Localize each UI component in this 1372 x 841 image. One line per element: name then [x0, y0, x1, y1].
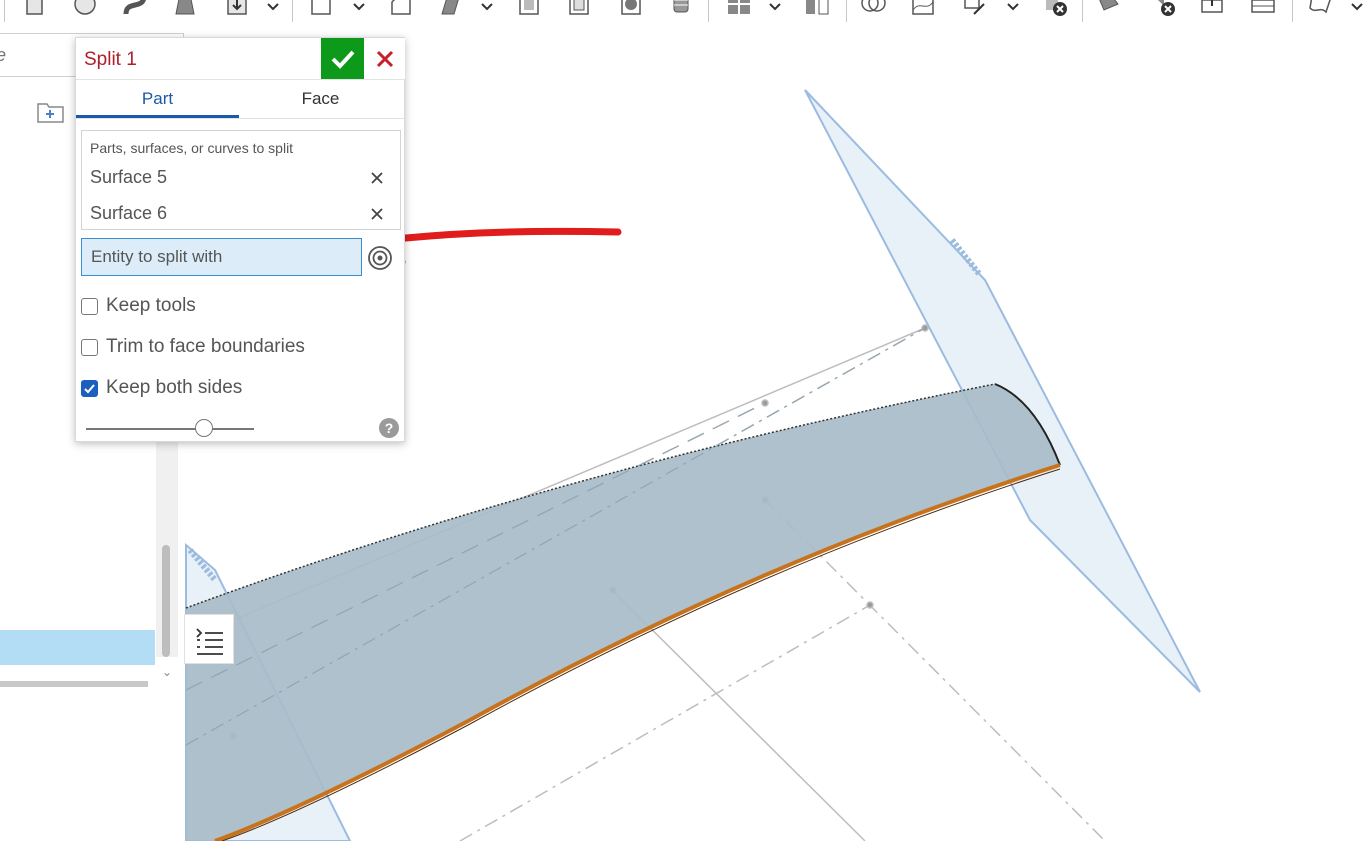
entity-to-split-with-field[interactable]: Entity to split with [81, 238, 362, 276]
trim-to-face-boundaries-label: Trim to face boundaries [106, 336, 305, 357]
shell-icon[interactable] [566, 0, 592, 18]
dialog-title: Split 1 [84, 49, 137, 70]
hole-icon[interactable] [618, 0, 644, 18]
horizontal-scrollbar[interactable] [0, 681, 148, 687]
delete-face-icon[interactable] [1150, 0, 1176, 18]
mirror-icon[interactable] [804, 0, 830, 18]
split-target-selection-box[interactable]: Parts, surfaces, or curves to split Surf… [81, 130, 401, 230]
dialog-slider-track[interactable] [86, 428, 254, 430]
list-icon [196, 628, 223, 655]
feature-toolbar [0, 0, 1372, 22]
thread-icon[interactable] [668, 0, 694, 18]
keep-tools-checkbox[interactable] [81, 297, 98, 315]
keep-both-sides-checkbox[interactable] [81, 379, 98, 397]
selection-item[interactable]: Surface 6 [90, 203, 167, 224]
replace-face-icon[interactable] [1250, 0, 1276, 18]
boolean-icon[interactable] [860, 0, 886, 18]
target-icon[interactable] [366, 244, 394, 272]
scroll-down-icon[interactable]: ⌄ [160, 665, 174, 679]
linear-pattern-icon[interactable] [726, 0, 752, 18]
feature-list-selected-row[interactable] [0, 630, 155, 665]
revolve-icon[interactable] [72, 0, 98, 18]
extrude-icon[interactable] [22, 0, 48, 18]
keep-tools-option[interactable]: Keep tools [81, 294, 196, 318]
loft-icon[interactable] [172, 0, 198, 18]
chevron-down-icon[interactable] [352, 0, 366, 14]
accept-button[interactable] [321, 38, 364, 79]
offset-surface-icon[interactable] [1308, 0, 1334, 18]
selection-label: Parts, surfaces, or curves to split [90, 140, 294, 156]
chevron-down-icon[interactable] [768, 0, 782, 14]
tabs-divider [76, 118, 404, 119]
surface-body[interactable] [186, 384, 1060, 841]
toolbar-separator [4, 0, 5, 22]
toolbar-separator [1082, 0, 1083, 22]
close-icon [376, 50, 393, 67]
trim-to-face-boundaries-checkbox[interactable] [81, 338, 98, 356]
delete-part-icon[interactable] [1042, 0, 1068, 18]
scrollbar-thumb[interactable] [162, 545, 170, 657]
sweep-icon[interactable] [122, 0, 148, 18]
split-feature-dialog: Split 1 Part Face Parts, surfaces, or cu… [75, 37, 405, 442]
tab-face[interactable]: Face [239, 80, 402, 118]
chevron-down-icon[interactable] [266, 0, 280, 14]
fillet-icon[interactable] [308, 0, 334, 18]
chevron-down-icon[interactable] [1006, 0, 1020, 14]
chevron-down-icon[interactable] [1350, 0, 1364, 14]
split-icon[interactable] [910, 0, 936, 18]
check-icon [331, 50, 354, 69]
dialog-slider-thumb[interactable] [194, 419, 213, 437]
toolbar-separator [846, 0, 847, 22]
help-icon[interactable]: ? [379, 418, 399, 438]
thicken-icon[interactable] [224, 0, 250, 18]
trim-to-face-boundaries-option[interactable]: Trim to face boundaries [81, 335, 305, 359]
checkmark-icon [84, 383, 95, 393]
chamfer-icon[interactable] [388, 0, 414, 18]
move-face-icon[interactable] [1200, 0, 1226, 18]
modify-fillet-icon[interactable] [1096, 0, 1122, 18]
add-folder-icon[interactable] [36, 99, 66, 125]
toolbar-separator [1292, 0, 1293, 22]
selection-item[interactable]: Surface 5 [90, 167, 167, 188]
remove-selection-icon[interactable] [368, 205, 386, 223]
keep-tools-label: Keep tools [106, 295, 196, 316]
toolbar-separator [708, 0, 709, 22]
tab-part[interactable]: Part [76, 80, 239, 118]
feature-list-toggle-button[interactable] [184, 614, 234, 664]
toolbar-separator [292, 0, 293, 22]
cancel-button[interactable] [364, 38, 405, 79]
transform-icon[interactable] [962, 0, 988, 18]
chevron-down-icon[interactable] [480, 0, 494, 14]
draft-icon[interactable] [438, 0, 464, 18]
keep-both-sides-option[interactable]: Keep both sides [81, 376, 242, 400]
keep-both-sides-label: Keep both sides [106, 377, 243, 398]
remove-selection-icon[interactable] [368, 169, 386, 187]
rib-icon[interactable] [516, 0, 542, 18]
